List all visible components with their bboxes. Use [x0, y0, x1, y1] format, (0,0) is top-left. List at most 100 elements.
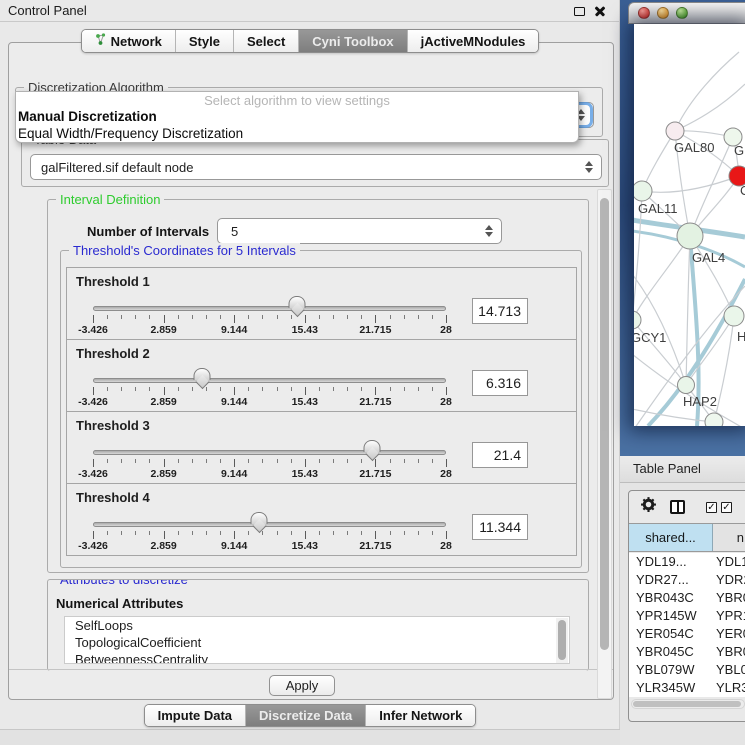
- node-table: ✓ ✓ shared... n YDL19...YDL1YDR27...YDR2…: [628, 490, 745, 722]
- close-window-icon[interactable]: [638, 7, 650, 19]
- table-row[interactable]: YBR045CYBR0: [629, 643, 745, 661]
- threshold-4-slider-track[interactable]: [93, 522, 446, 527]
- number-of-intervals-spinner[interactable]: 5: [217, 218, 502, 244]
- network-node-label: GAL11: [638, 201, 678, 216]
- slider-tick-label: 28: [440, 540, 452, 552]
- network-node-hap2[interactable]: [678, 377, 695, 394]
- threshold-2-slider-thumb[interactable]: [194, 368, 211, 380]
- numerical-attributes-label: Numerical Attributes: [56, 596, 183, 611]
- table-cell[interactable]: YPR145W: [629, 607, 713, 625]
- apply-button[interactable]: Apply: [269, 675, 335, 696]
- threshold-4-value-input[interactable]: 11.344: [472, 514, 528, 540]
- tab-jactivemnodules[interactable]: jActiveMNodules: [407, 30, 539, 52]
- slider-tick-label: 28: [440, 396, 452, 408]
- table-row[interactable]: YBL079WYBL0: [629, 661, 745, 679]
- table-cell[interactable]: YLR3: [713, 679, 745, 697]
- column-header-shared-name[interactable]: shared...: [629, 524, 713, 551]
- attribute-item-selfloops[interactable]: SelfLoops: [65, 617, 569, 634]
- attribute-item-topologicalcoefficient[interactable]: TopologicalCoefficient: [65, 634, 569, 651]
- attribute-item-betweennesscentrality[interactable]: BetweennessCentrality: [65, 651, 569, 664]
- table-data-select[interactable]: galFiltered.sif default node: [30, 154, 602, 180]
- control-panel-titlebar: Control Panel: [0, 0, 619, 22]
- table-row[interactable]: YBR043CYBR0: [629, 589, 745, 607]
- dropdown-option-manual-discretization[interactable]: Manual Discretization: [16, 108, 578, 125]
- table-cell[interactable]: YDR27...: [629, 571, 713, 589]
- threshold-2-slider-track[interactable]: [93, 378, 446, 383]
- threshold-3-slider-track[interactable]: [93, 450, 446, 455]
- network-node-gal11[interactable]: [634, 181, 652, 201]
- table-cell[interactable]: YBL0: [713, 661, 745, 679]
- table-cell[interactable]: YDL19...: [629, 553, 713, 571]
- checkbox-icon[interactable]: ✓: [721, 502, 732, 513]
- scroll-clip-divider: [9, 669, 613, 670]
- table-horizontal-scrollbar[interactable]: [631, 699, 745, 709]
- threshold-4-slider-thumb[interactable]: [250, 512, 267, 524]
- panel-vertical-scrollbar[interactable]: [597, 189, 612, 699]
- checkbox-icon[interactable]: ✓: [706, 502, 717, 513]
- slider-tick-label: 9.144: [221, 540, 247, 552]
- slider-tick-label: 2.859: [150, 468, 176, 480]
- table-row[interactable]: YDL19...YDL1: [629, 553, 745, 571]
- table-cell[interactable]: YDL1: [713, 553, 745, 571]
- gear-icon[interactable]: [640, 496, 657, 518]
- table-panel-header: Table Panel: [620, 456, 745, 483]
- network-node[interactable]: [705, 413, 723, 426]
- threshold-3-value-input[interactable]: 21.4: [472, 442, 528, 468]
- threshold-1-slider-track[interactable]: [93, 306, 446, 311]
- threshold-1-value-input[interactable]: 14.713: [472, 298, 528, 324]
- tab-discretize-data[interactable]: Discretize Data: [245, 705, 365, 726]
- threshold-1-card: Threshold 1-3.4262.8599.14415.4321.71528…: [66, 267, 577, 340]
- network-node-gcy1[interactable]: [634, 311, 641, 329]
- tab-label: Impute Data: [158, 708, 232, 723]
- slider-tick-label: 21.715: [359, 324, 391, 336]
- threshold-1-slider-thumb[interactable]: [288, 296, 305, 308]
- table-data-group: Table Data galFiltered.sif default node: [21, 139, 609, 187]
- table-cell[interactable]: YBR045C: [629, 643, 713, 661]
- number-of-intervals-label: Number of Intervals: [87, 224, 209, 239]
- tab-infer-network[interactable]: Infer Network: [365, 705, 475, 726]
- table-cell[interactable]: YBR043C: [629, 589, 713, 607]
- network-node-label: GAL80: [674, 140, 714, 155]
- table-row[interactable]: YDR27...YDR2: [629, 571, 745, 589]
- table-cell[interactable]: YER054C: [629, 625, 713, 643]
- dropdown-placeholder-option[interactable]: Select algorithm to view settings: [16, 93, 578, 108]
- table-cell[interactable]: YER0: [713, 625, 745, 643]
- tab-impute-data[interactable]: Impute Data: [145, 705, 245, 726]
- column-header-name[interactable]: n: [713, 524, 745, 551]
- tab-network[interactable]: Network: [82, 30, 175, 52]
- table-cell[interactable]: YBL079W: [629, 661, 713, 679]
- table-cell[interactable]: YDR2: [713, 571, 745, 589]
- table-cell[interactable]: YBR0: [713, 589, 745, 607]
- network-node-gal4[interactable]: [677, 223, 703, 249]
- tab-cyni-toolbox[interactable]: Cyni Toolbox: [298, 30, 406, 52]
- network-node-gal80[interactable]: [666, 122, 684, 140]
- close-icon[interactable]: [594, 5, 606, 17]
- float-panel-icon[interactable]: [574, 7, 585, 16]
- table-cell[interactable]: YLR345W: [629, 679, 713, 697]
- threshold-3-slider-thumb[interactable]: [363, 440, 380, 452]
- threshold-2-value-input[interactable]: 6.316: [472, 370, 528, 396]
- table-row[interactable]: YPR145WYPR1: [629, 607, 745, 625]
- group-title: Threshold's Coordinates for 5 Intervals: [69, 243, 300, 258]
- table-row[interactable]: YLR345WYLR3: [629, 679, 745, 697]
- table-data-select-value: galFiltered.sif default node: [31, 160, 580, 175]
- dropdown-option-equal-width-frequency[interactable]: Equal Width/Frequency Discretization: [16, 125, 578, 142]
- split-columns-icon[interactable]: [670, 500, 685, 514]
- minimize-window-icon[interactable]: [657, 7, 669, 19]
- slider-tick-label: 9.144: [221, 468, 247, 480]
- attributes-list-scrollbar[interactable]: [556, 618, 568, 664]
- zoom-window-icon[interactable]: [676, 7, 688, 19]
- table-row[interactable]: YER054CYER0: [629, 625, 745, 643]
- top-tab-bar: NetworkStyleSelectCyni ToolboxjActiveMNo…: [81, 29, 540, 53]
- tab-style[interactable]: Style: [175, 30, 233, 52]
- tab-select[interactable]: Select: [233, 30, 298, 52]
- slider-tick-label: 21.715: [359, 396, 391, 408]
- number-of-intervals-stepper[interactable]: [480, 221, 498, 241]
- network-view-canvas[interactable]: GAL80GCGAL11GAL4GCY1HHAP2: [634, 24, 745, 426]
- table-cell[interactable]: YPR1: [713, 607, 745, 625]
- numerical-attributes-list[interactable]: SelfLoopsTopologicalCoefficientBetweenne…: [64, 616, 570, 664]
- network-node-h[interactable]: [724, 306, 744, 326]
- table-cell[interactable]: YBR0: [713, 643, 745, 661]
- network-window-titlebar[interactable]: [628, 2, 745, 24]
- table-data-select-stepper[interactable]: [580, 157, 598, 177]
